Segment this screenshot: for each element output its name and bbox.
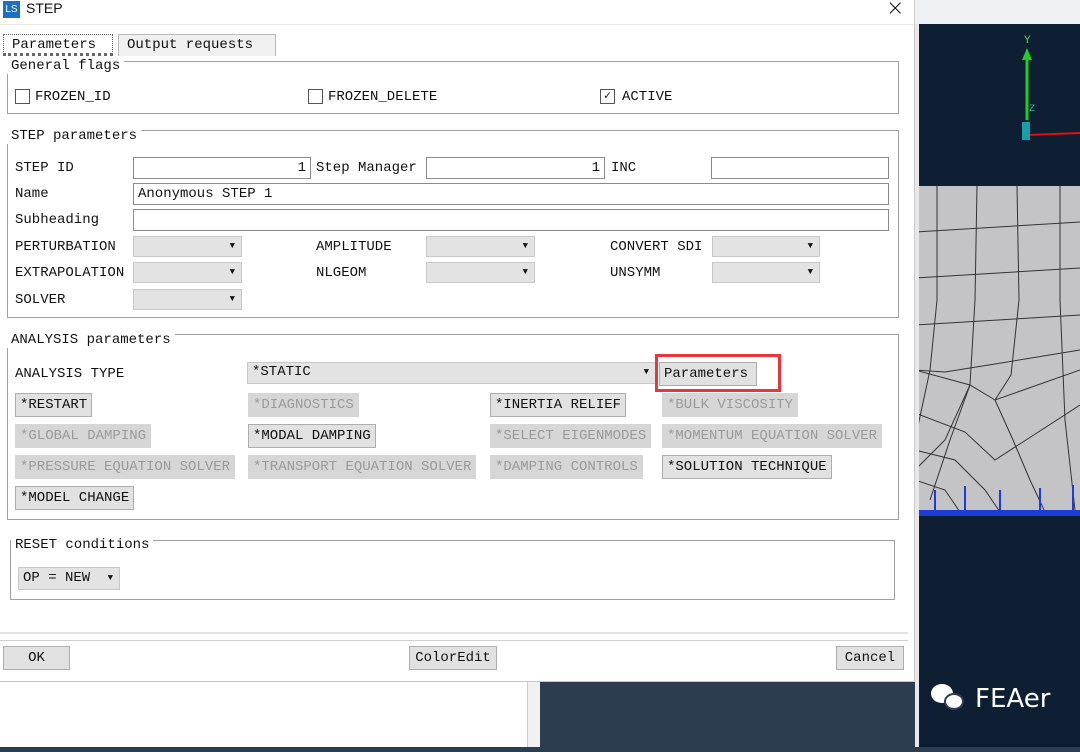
extrapolation-dropdown[interactable]: ▼ [133,262,242,283]
chevron-down-icon: ▼ [643,367,649,377]
general-flags-legend: General flags [7,58,125,74]
tab-parameters[interactable]: Parameters [3,34,113,56]
axis-y-label: Y [1024,35,1031,47]
frozen-delete-checkbox[interactable] [308,89,323,104]
frozen-id-checkbox[interactable] [15,89,30,104]
bulk-viscosity-button[interactable]: *BULK VISCOSITY [662,393,799,417]
chevron-down-icon: ▼ [229,241,235,251]
inc-input[interactable] [711,157,889,179]
chevron-down-icon: ▼ [807,241,813,251]
select-eigenmodes-button[interactable]: *SELECT EIGENMODES [490,424,652,448]
solution-technique-button[interactable]: *SOLUTION TECHNIQUE [662,455,832,479]
perturbation-label: PERTURBATION [15,239,116,255]
reset-conditions-legend: RESET conditions [11,537,154,553]
extrapolation-label: EXTRAPOLATION [15,265,125,281]
analysis-type-dropdown[interactable]: *STATIC ▼ [247,362,656,384]
nlgeom-dropdown[interactable]: ▼ [426,262,535,283]
ok-button[interactable]: OK [3,646,70,670]
background-panel [0,682,528,747]
diagnostics-button[interactable]: *DIAGNOSTICS [248,393,359,417]
parameters-button[interactable]: Parameters [659,362,757,386]
active-checkbox[interactable]: ✓ [600,89,615,104]
step-id-input[interactable]: 1 [133,157,311,179]
tab-output-requests[interactable]: Output requests [118,34,276,56]
3d-viewport[interactable]: Y Z FEAer [914,0,1080,747]
op-dropdown[interactable]: OP = NEW ▼ [18,567,120,590]
viewport-toolbar [915,0,1080,24]
cancel-button[interactable]: Cancel [836,646,904,670]
footer-divider [0,632,908,634]
step-parameters-legend: STEP parameters [7,128,142,144]
viewport-background [540,682,915,747]
inertia-relief-button[interactable]: *INERTIA RELIEF [490,393,627,417]
step-manager-input[interactable]: 1 [426,157,605,179]
op-value: OP = NEW [23,570,91,586]
restart-button[interactable]: *RESTART [15,393,93,417]
global-damping-button[interactable]: *GLOBAL DAMPING [15,424,152,448]
analysis-type-label: ANALYSIS TYPE [15,366,125,382]
chevron-down-icon: ▼ [107,573,113,583]
footer-divider [0,640,908,641]
subheading-input[interactable] [133,209,889,231]
analysis-parameters-legend: ANALYSIS parameters [7,332,175,348]
perturbation-dropdown[interactable]: ▼ [133,236,242,257]
solver-dropdown[interactable]: ▼ [133,289,242,310]
amplitude-dropdown[interactable]: ▼ [426,236,535,257]
chevron-down-icon: ▼ [807,267,813,277]
app-logo-icon: LS [3,1,20,18]
chevron-down-icon: ▼ [522,267,528,277]
frozen-delete-label: FROZEN_DELETE [328,89,438,105]
pressure-equation-solver-button[interactable]: *PRESSURE EQUATION SOLVER [15,455,236,479]
step-manager-label: Step Manager [316,160,417,176]
transport-equation-solver-button[interactable]: *TRANSPORT EQUATION SOLVER [248,455,477,479]
frozen-id-label: FROZEN_ID [35,89,111,105]
inc-label: INC [611,160,637,176]
step-id-label: STEP ID [15,160,74,176]
window-title: STEP [26,0,63,16]
convert-sdi-label: CONVERT SDI [610,239,703,255]
active-label: ACTIVE [622,89,673,105]
wechat-logo-icon [931,684,967,714]
check-icon: ✓ [603,89,612,103]
close-icon[interactable]: × [886,0,904,21]
general-flags-group [7,61,899,114]
panel-divider [528,682,540,747]
name-input[interactable]: Anonymous STEP 1 [133,183,889,205]
subheading-label: Subheading [15,212,100,228]
model-change-button[interactable]: *MODEL CHANGE [15,486,135,510]
analysis-type-value: *STATIC [252,364,311,380]
amplitude-label: AMPLITUDE [316,239,392,255]
nlgeom-label: NLGEOM [316,265,367,281]
solver-label: SOLVER [15,292,66,308]
chevron-down-icon: ▼ [229,294,235,304]
unsymm-label: UNSYMM [610,265,661,281]
unsymm-dropdown[interactable]: ▼ [712,262,820,283]
chevron-down-icon: ▼ [522,241,528,251]
mesh-model [914,0,1080,747]
chevron-down-icon: ▼ [229,267,235,277]
convert-sdi-dropdown[interactable]: ▼ [712,236,820,257]
momentum-equation-solver-button[interactable]: *MOMENTUM EQUATION SOLVER [662,424,883,448]
step-dialog: LS STEP × Parameters Output requests Gen… [0,0,915,682]
coloredit-button[interactable]: ColorEdit [409,646,497,670]
modal-damping-button[interactable]: *MODAL DAMPING [248,424,376,448]
axis-z-label: Z [1029,104,1036,115]
name-label: Name [15,186,49,202]
watermark-text: FEAer [975,684,1051,714]
damping-controls-button[interactable]: *DAMPING CONTROLS [490,455,643,479]
